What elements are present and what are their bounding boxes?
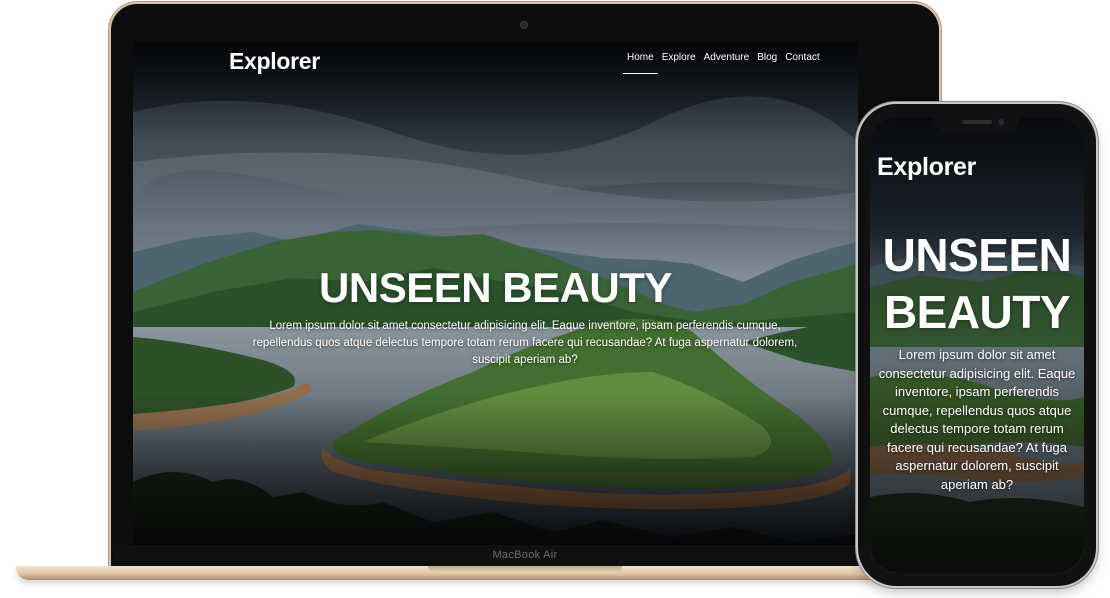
phone-hero-title: UNSEEN BEAUTY	[870, 227, 1084, 341]
webcam-icon	[521, 22, 527, 28]
nav-link-home[interactable]: Home	[623, 52, 658, 74]
brand-logo[interactable]: Explorer	[229, 48, 320, 75]
nav-link-adventure[interactable]: Adventure	[700, 52, 754, 74]
nav-link-blog[interactable]: Blog	[753, 52, 781, 74]
phone-hero-title-line1: UNSEEN	[882, 229, 1072, 281]
nav-link-explore[interactable]: Explore	[658, 52, 700, 74]
hero-title: UNSEEN BEAUTY	[319, 264, 672, 311]
laptop-hinge-notch	[428, 566, 622, 573]
nav-menu: Home Explore Adventure Blog Contact	[623, 52, 824, 74]
hero-description: Lorem ipsum dolor sit amet consectetur a…	[252, 320, 798, 366]
phone-brand-logo[interactable]: Explorer	[877, 153, 976, 182]
laptop-screen: Explorer Home Explore Adventure Blog Con…	[133, 42, 858, 545]
navbar: Explorer Home Explore Adventure Blog Con…	[133, 42, 858, 102]
phone-hero-background	[870, 117, 1084, 573]
phone-hero-description: Lorem ipsum dolor sit amet consectetur a…	[878, 347, 1076, 492]
phone-hero-title-line2: BEAUTY	[883, 286, 1071, 338]
phone-screen: Explorer UNSEEN BEAUTY Lorem ipsum dolor…	[870, 117, 1084, 573]
nav-link-contact[interactable]: Contact	[781, 52, 823, 74]
speaker-icon	[962, 120, 992, 124]
laptop-model-label: MacBook Air	[492, 549, 558, 561]
front-camera-icon	[998, 119, 1004, 125]
